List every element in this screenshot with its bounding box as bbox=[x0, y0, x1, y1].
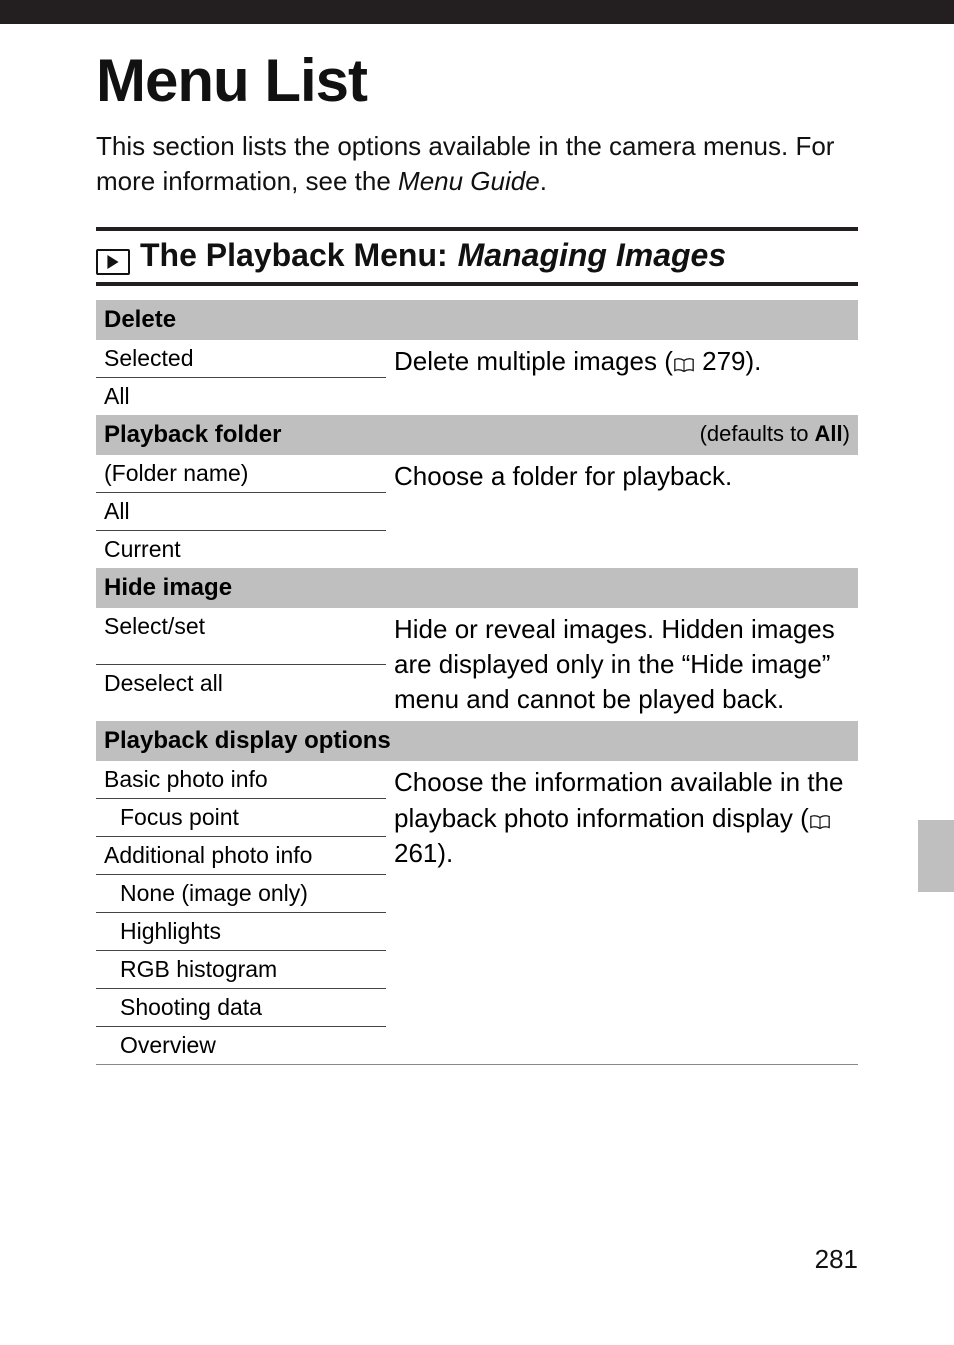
option-rgb-histogram: RGB histogram bbox=[96, 951, 386, 989]
page-number: 281 bbox=[815, 1244, 858, 1275]
option-select-set: Select/set bbox=[96, 608, 386, 665]
group-header-delete: Delete bbox=[96, 300, 858, 340]
group-header-hide-image: Hide image bbox=[96, 568, 858, 608]
option-overview: Overview bbox=[96, 1027, 386, 1065]
intro-text-c: . bbox=[540, 166, 547, 196]
group-desc-playback-folder: Choose a folder for playback. bbox=[386, 455, 858, 568]
option-row: Selected Delete multiple images ( 279). bbox=[96, 340, 858, 378]
option-selected: Selected bbox=[96, 340, 386, 378]
side-tab bbox=[918, 820, 954, 892]
option-row: Basic photo info Choose the information … bbox=[96, 761, 858, 799]
option-foldername: (Folder name) bbox=[96, 455, 386, 493]
defaults-post: ) bbox=[843, 421, 850, 446]
header-text: Playback folder bbox=[104, 421, 281, 448]
group-header-playback-display: Playback display options bbox=[96, 721, 858, 761]
option-all: All bbox=[96, 493, 386, 531]
section-title-suffix: Managing Images bbox=[458, 237, 727, 274]
defaults-pre: (defaults to bbox=[700, 421, 815, 446]
option-current: Current bbox=[96, 531, 386, 569]
playback-icon bbox=[96, 249, 130, 275]
desc-text-b: ). bbox=[437, 838, 453, 868]
top-black-bar bbox=[0, 0, 954, 24]
group-header-label: Playback display options bbox=[96, 721, 858, 761]
book-icon bbox=[673, 345, 695, 380]
option-basic-photo-info: Basic photo info bbox=[96, 761, 386, 799]
option-row: Select/set Hide or reveal images. Hidden… bbox=[96, 608, 858, 665]
desc-ref: 261 bbox=[394, 838, 437, 868]
desc-text-a: Delete multiple images ( bbox=[394, 346, 673, 376]
option-none: None (image only) bbox=[96, 875, 386, 913]
option-focus-point: Focus point bbox=[96, 799, 386, 837]
page-title: Menu List bbox=[96, 46, 858, 115]
group-desc-hide-image: Hide or reveal images. Hidden images are… bbox=[386, 608, 858, 721]
intro-text-b-italic: Menu Guide bbox=[398, 166, 540, 196]
page-content: Menu List This section lists the options… bbox=[0, 46, 954, 1065]
desc-text-a: Choose the information available in the … bbox=[394, 767, 844, 832]
group-header-label: Delete bbox=[96, 300, 858, 340]
option-additional-photo-info: Additional photo info bbox=[96, 837, 386, 875]
group-desc-playback-display: Choose the information available in the … bbox=[386, 761, 858, 1065]
book-icon bbox=[809, 802, 831, 837]
group-header-label: Playback folder (defaults to All) bbox=[96, 415, 858, 455]
group-header-label: Hide image bbox=[96, 568, 858, 608]
option-highlights: Highlights bbox=[96, 913, 386, 951]
defaults-note: (defaults to All) bbox=[700, 421, 850, 447]
option-all: All bbox=[96, 378, 386, 416]
option-shooting-data: Shooting data bbox=[96, 989, 386, 1027]
section-header: The Playback Menu: Managing Images bbox=[96, 227, 858, 286]
intro-paragraph: This section lists the options available… bbox=[96, 129, 858, 199]
desc-text-b: ). bbox=[746, 346, 762, 376]
defaults-val: All bbox=[815, 421, 843, 446]
option-row: (Folder name) Choose a folder for playba… bbox=[96, 455, 858, 493]
menu-table: Delete Selected Delete multiple images (… bbox=[96, 300, 858, 1065]
option-deselect-all: Deselect all bbox=[96, 665, 386, 722]
group-desc-delete: Delete multiple images ( 279). bbox=[386, 340, 858, 415]
section-title-prefix: The Playback Menu: bbox=[140, 237, 448, 274]
group-header-playback-folder: Playback folder (defaults to All) bbox=[96, 415, 858, 455]
desc-ref: 279 bbox=[702, 346, 745, 376]
